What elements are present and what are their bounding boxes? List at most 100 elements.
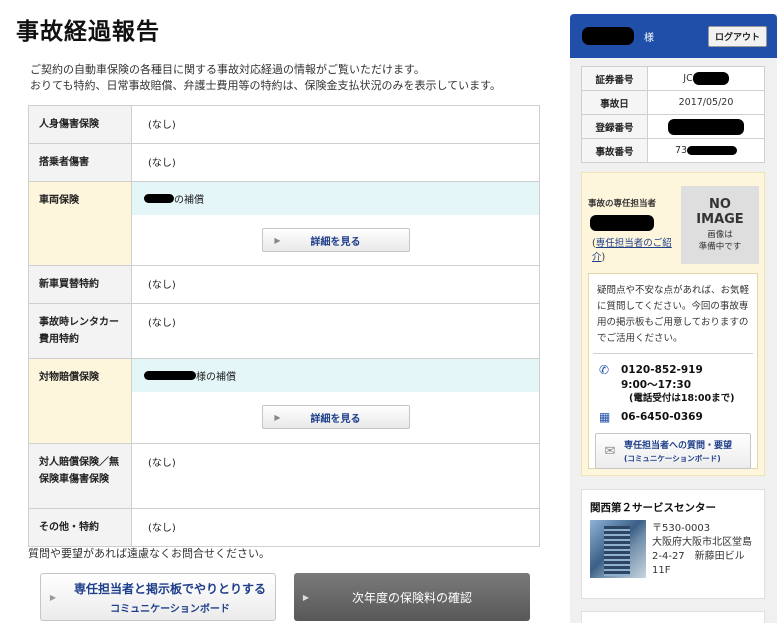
staff-intro: (専任担当者のご紹介) [592,237,682,265]
inquiry-text: 質問や要望があれば遠慮なくお問合せください。 [28,547,270,560]
renewal-premium-button[interactable]: ▶ 次年度の保険料の確認 [294,573,530,621]
board-button-text: 専任担当者と掲示板でやりとりする コミュニケーションボード [65,580,275,615]
coverage-label: 対物賠償保険 [28,358,132,444]
redacted-value [687,146,738,155]
service-center-card: 関西第２サービスセンター 〒530-0003 大阪府大阪市北区堂島 2-4-27… [581,489,765,599]
user-header: 様 ログアウト [570,14,777,58]
coverage-label: その他・特約 [28,508,132,547]
noimage-line4: 準備中です [698,242,742,252]
building-shape [604,526,630,576]
staff-panel: 事故の専任担当者 (専任担当者のご紹介) NO IMAGE 画像は 準備中です … [581,172,765,476]
intro-line-2: おりても特約、日常事故賠償、弁護士費用等の特約は、保険金支払状況のみを表示してい… [30,79,502,92]
mail-icon: ✉ [604,443,616,459]
vehicle-detail-button[interactable]: ▶ 詳細を見る [261,228,410,252]
redacted-value [692,72,729,85]
communication-board-button[interactable]: ▶ 専任担当者と掲示板でやりとりする コミュニケーションボード [40,573,276,621]
staff-label: 事故の専任担当者 [588,199,657,209]
business-hours: 9:00〜17:30 [621,379,692,391]
postal-code: 〒530-0003 [652,523,711,534]
hours-note: (電話受付は18:00まで) [629,393,735,404]
coverage-value: の補償 ▶ 詳細を見る [131,181,540,266]
chevron-right-icon: ▶ [302,592,310,602]
coverage-value: (なし) [131,303,540,359]
coverage-table: 人身傷害保険 (なし) 搭乗者傷害 (なし) 車両保険 の補償 ▶ 詳細を見る … [28,105,540,547]
table-row: 人身傷害保険 (なし) [28,105,540,144]
table-row: 事故時レンタカー費用特約 (なし) [28,303,540,359]
sidebar: 様 ログアウト 証券番号 JC 事故日 2017/05/20 登録番号 事故番号… [570,14,777,623]
coverage-label: 事故時レンタカー費用特約 [28,303,132,359]
table-row: 証券番号 JC [581,66,765,91]
address-line1: 大阪府大阪市北区堂島 [652,537,752,548]
property-detail-button[interactable]: ▶ 詳細を見る [261,405,410,429]
table-row: 新車買替特約 (なし) [28,265,540,304]
table-row: 対物賠償保険 様の補償 ▶ 詳細を見る [28,358,540,444]
table-row: 対人賠償保険／無保険車傷害保険 (なし) [28,443,540,509]
info-key: 証券番号 [581,66,648,91]
info-value [647,114,765,139]
noimage-line1: NO [709,197,731,212]
question-button-text: 専任担当者への質問・要望 (コミュニケーションボード) [624,438,732,464]
address-line2: 2-4-27 新藤田ビル [652,551,745,562]
coverage-suffix: の補償 [174,195,204,206]
phone-number: 0120-852-919 [621,364,703,376]
intro-line-1: ご契約の自動車保険の各種目に関する事故対応経過の情報がご覧いただけます。 [30,63,425,76]
honorific: 様 [644,32,654,44]
coverage-value: (なし) [131,105,540,144]
board-button-line1: 専任担当者と掲示板でやりとりする [73,581,266,596]
page-title: 事故経過報告 [16,19,160,45]
coverage-value: (なし) [131,508,540,547]
building-photo [590,520,646,578]
table-row: 登録番号 [581,114,765,139]
fax-row: ▦ 06-6450-0369 [589,410,757,425]
renewal-button-label: 次年度の保険料の確認 [351,590,472,605]
redacted-staff-name [590,215,654,231]
info-value-text: JC [683,73,693,84]
table-row: 搭乗者傷害 (なし) [28,143,540,182]
chevron-right-icon: ▶ [49,592,57,602]
staff-contact-box: 疑問点や不安な点があれば、お気軽に質問してください。今回の事故専用の掲示板もご用… [588,273,758,469]
chevron-right-icon: ▶ [274,412,281,422]
fax-number: 06-6450-0369 [621,411,703,423]
service-center-address: 〒530-0003 大阪府大阪市北区堂島 2-4-27 新藤田ビル 11F [652,522,762,578]
coverage-detail-summary: 様の補償 [132,359,539,392]
board-button-line2: コミュニケーションボード [110,603,230,615]
redacted-user-name [582,27,634,45]
noimage-line2: IMAGE [696,212,744,227]
coverage-label: 車両保険 [28,181,132,266]
table-row: 事故日 2017/05/20 [581,90,765,115]
info-key: 登録番号 [581,114,648,139]
address-line3: 11F [652,565,671,576]
phone-icon: ✆ [599,363,610,377]
coverage-suffix: 様の補償 [196,372,236,383]
paren-close: ) [601,252,606,263]
info-key: 事故番号 [581,138,648,163]
info-value: 73 [647,138,765,163]
info-value: JC [647,66,765,91]
redacted-name [144,194,174,203]
coverage-label: 対人賠償保険／無保険車傷害保険 [28,443,132,509]
logout-button[interactable]: ログアウト [707,25,767,47]
coverage-value: 様の補償 ▶ 詳細を見る [131,358,540,444]
redacted-name [144,371,196,380]
coverage-detail-summary: の補償 [132,182,539,215]
phone-row: ✆ 0120-852-919 [589,363,757,378]
info-value-text: 73 [674,145,688,156]
staff-photo-placeholder: NO IMAGE 画像は 準備中です [681,186,759,264]
table-row: 事故番号 73 [581,138,765,163]
question-button-line1: 専任担当者への質問・要望 [624,441,733,451]
table-row: 車両保険 の補償 ▶ 詳細を見る [28,181,540,266]
coverage-value: (なし) [131,443,540,509]
staff-question-button[interactable]: ✉ 専任担当者への質問・要望 (コミュニケーションボード) [595,433,751,469]
detail-button-area: ▶ 詳細を見る [132,215,539,265]
chevron-right-icon: ▶ [274,235,281,245]
question-button-line2: (コミュニケーションボード) [624,454,721,463]
claim-info-table: 証券番号 JC 事故日 2017/05/20 登録番号 事故番号 73 [581,66,765,163]
detail-button-area: ▶ 詳細を見る [132,392,539,442]
coverage-value: (なし) [131,143,540,182]
building-icon: ▦ [599,410,611,424]
service-center-title: 関西第２サービスセンター [590,502,716,514]
sidebar-next-card [581,611,765,623]
coverage-label: 人身傷害保険 [28,105,132,144]
detail-button-label: 詳細を見る [310,413,361,425]
detail-button-label: 詳細を見る [310,236,361,248]
